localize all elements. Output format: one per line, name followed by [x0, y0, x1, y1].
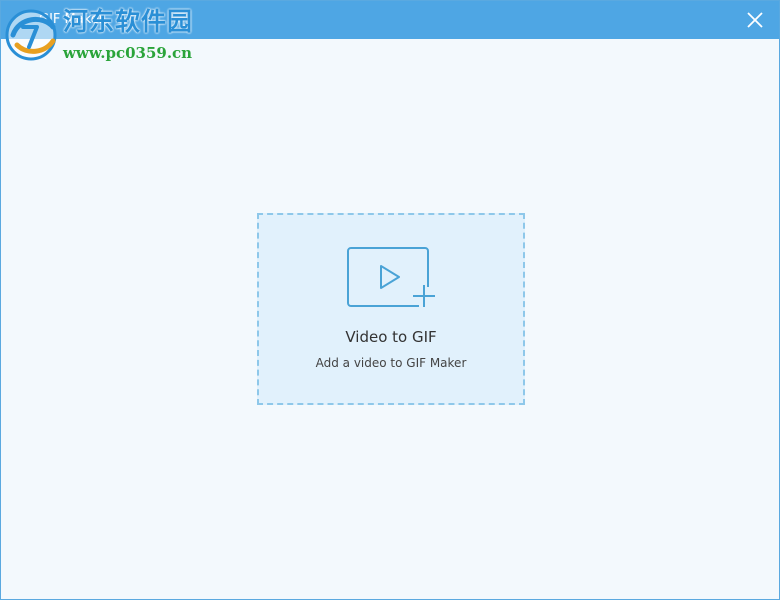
video-add-icon [347, 247, 439, 311]
close-button[interactable] [745, 10, 765, 30]
watermark-url: www.pc0359.cn [63, 44, 193, 62]
watermark-site-name: 河东软件园 [63, 7, 194, 36]
dropzone-subtitle: Add a video to GIF Maker [315, 356, 467, 370]
video-to-gif-dropzone[interactable]: Video to GIF Add a video to GIF Maker [257, 213, 525, 405]
dropzone-title: Video to GIF [345, 328, 437, 346]
gif-maker-window: GIF Maker 河东软件园 www.pc0359.cn Video to G… [0, 0, 780, 600]
watermark-logo-icon [5, 9, 57, 61]
close-icon [747, 12, 763, 28]
